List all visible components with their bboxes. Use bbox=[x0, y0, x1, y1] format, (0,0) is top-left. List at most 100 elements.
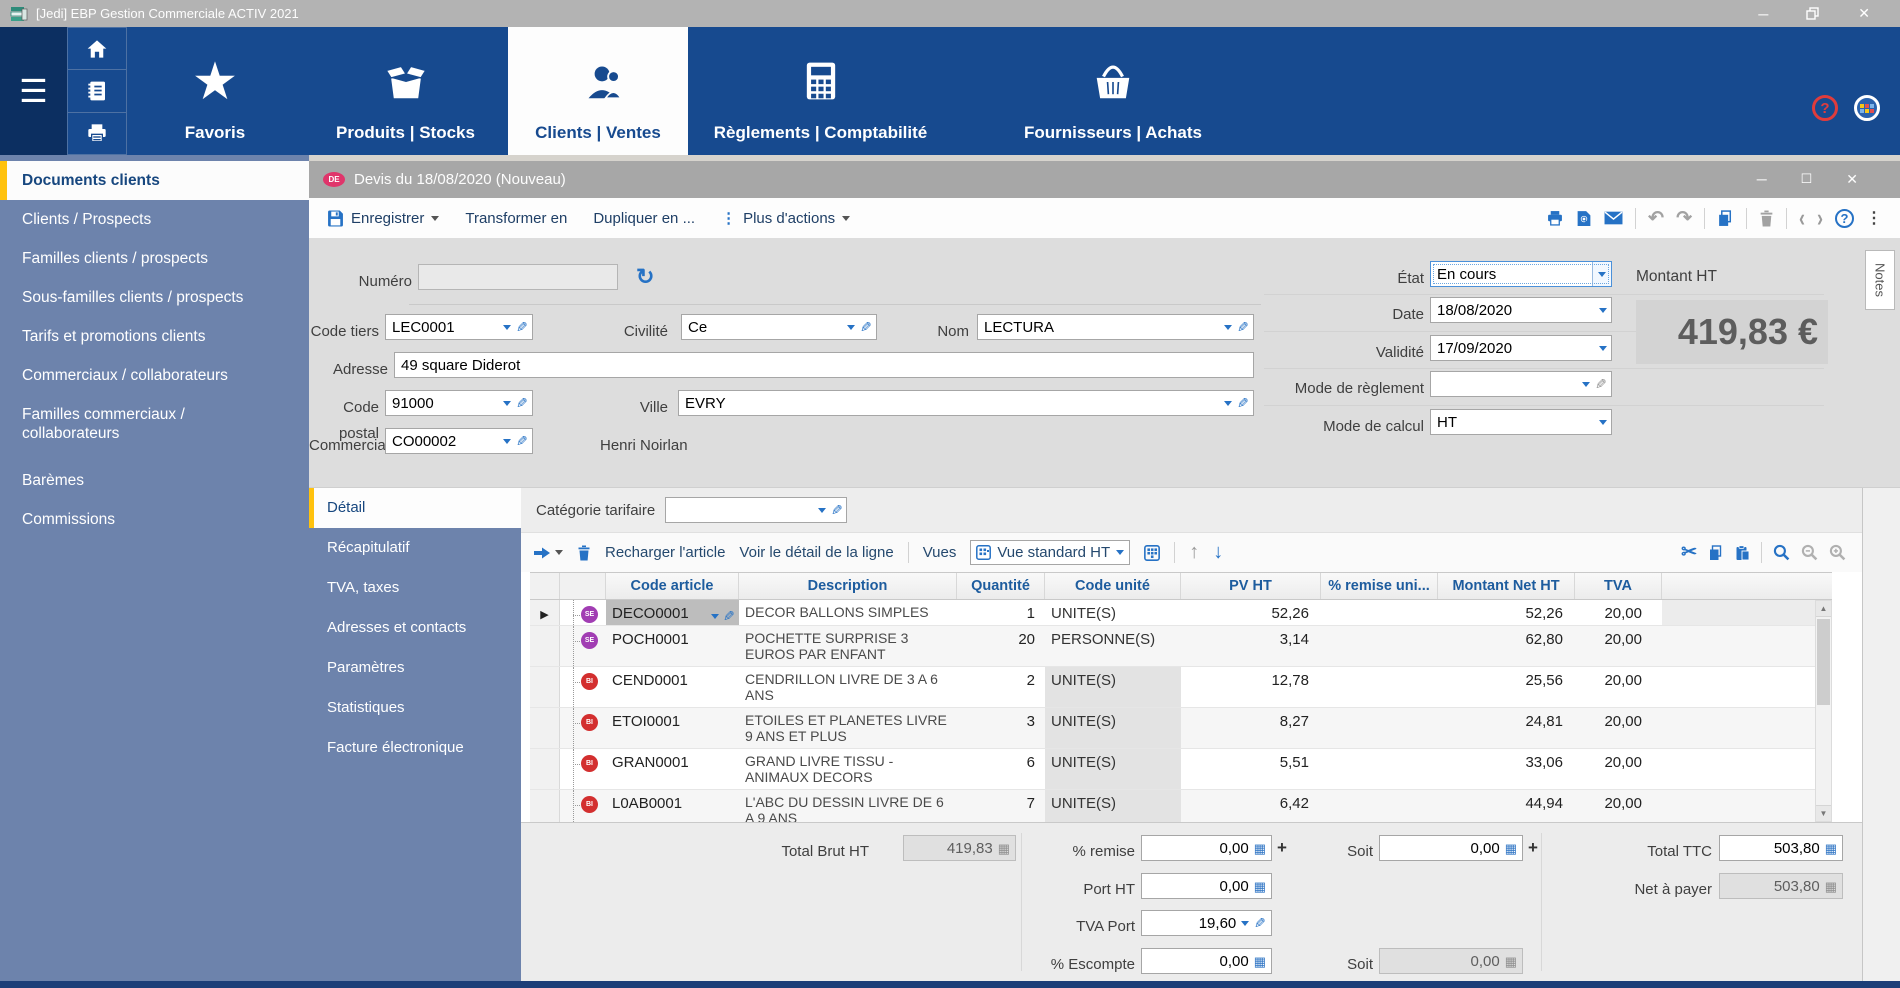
table-row[interactable]: BI CEND0001✎ CENDRILLON LIVRE DE 3 A 6 A… bbox=[530, 667, 1832, 708]
sidebar-item-clients-prospects[interactable]: Clients / Prospects bbox=[0, 200, 309, 239]
scroll-up-icon[interactable]: ▲ bbox=[1816, 601, 1831, 617]
cell-code-article[interactable]: L0AB0001✎ bbox=[606, 790, 739, 822]
sidebar-item-familles-commerciaux[interactable]: Familles commerciaux / collaborateurs bbox=[0, 395, 280, 453]
etat-select[interactable]: En cours bbox=[1430, 261, 1612, 287]
cell-pv-ht[interactable]: 5,51 bbox=[1181, 749, 1321, 789]
tab-clients-ventes[interactable]: Clients | Ventes bbox=[508, 27, 688, 155]
copy-doc-icon[interactable] bbox=[1717, 210, 1734, 227]
tab-statistiques[interactable]: Statistiques bbox=[309, 688, 521, 728]
cell-quantite[interactable]: 3 bbox=[957, 708, 1045, 748]
ville-input[interactable]: EVRY✎ bbox=[678, 390, 1254, 416]
refresh-icon[interactable]: ↻ bbox=[636, 264, 654, 290]
doc-close-icon[interactable]: ✕ bbox=[1846, 171, 1858, 188]
cell-tva[interactable]: 20,00 bbox=[1575, 790, 1662, 822]
vue-select[interactable]: Vue standard HT bbox=[970, 540, 1130, 565]
cell-pv-ht[interactable]: 8,27 bbox=[1181, 708, 1321, 748]
cell-description[interactable]: L'ABC DU DESSIN LIVRE DE 6 A 9 ANS bbox=[739, 790, 957, 822]
sidebar-item-commerciaux[interactable]: Commerciaux / collaborateurs bbox=[0, 356, 309, 395]
cell-tva[interactable]: 20,00 bbox=[1575, 600, 1662, 625]
cell-code-article[interactable]: GRAN0001✎ bbox=[606, 749, 739, 789]
cell-remise[interactable] bbox=[1321, 749, 1438, 789]
cell-remise[interactable] bbox=[1321, 790, 1438, 822]
calculator-icon[interactable]: ▦ bbox=[1254, 842, 1266, 855]
col-description[interactable]: Description bbox=[739, 573, 957, 599]
help-icon[interactable]: ? bbox=[1812, 95, 1838, 121]
cell-code-unite[interactable]: UNITE(S) bbox=[1045, 749, 1181, 789]
previous-icon[interactable]: ‹ bbox=[1799, 203, 1805, 232]
col-remise[interactable]: % remise uni... bbox=[1321, 573, 1438, 599]
dropdown-icon[interactable] bbox=[503, 325, 511, 330]
notes-tab[interactable]: Notes bbox=[1865, 250, 1895, 310]
save-button[interactable]: Enregistrer bbox=[327, 210, 439, 227]
cell-code-unite[interactable]: PERSONNE(S) bbox=[1045, 626, 1181, 666]
tab-recapitulatif[interactable]: Récapitulatif bbox=[309, 528, 521, 568]
col-pv-ht[interactable]: PV HT bbox=[1181, 573, 1321, 599]
col-tva[interactable]: TVA bbox=[1575, 573, 1662, 599]
preview-icon[interactable] bbox=[1576, 210, 1592, 227]
plus-icon[interactable]: + bbox=[1528, 838, 1538, 858]
sidebar-item-documents-clients[interactable]: Documents clients bbox=[0, 161, 309, 200]
menu-icon[interactable]: ☰ bbox=[0, 27, 67, 155]
date-input[interactable]: 18/08/2020 bbox=[1430, 297, 1612, 323]
row-selector[interactable]: ▶ bbox=[530, 600, 560, 625]
mode-calcul-input[interactable]: HT bbox=[1430, 409, 1612, 435]
tab-reglements-comptabilite[interactable]: Règlements | Comptabilité bbox=[688, 27, 953, 155]
cell-remise[interactable] bbox=[1321, 667, 1438, 707]
next-icon[interactable]: › bbox=[1817, 203, 1823, 232]
cell-code-unite[interactable]: UNITE(S) bbox=[1045, 600, 1181, 625]
civilite-input[interactable]: Ce✎ bbox=[681, 314, 877, 340]
code-tiers-input[interactable]: LEC0001✎ bbox=[385, 314, 533, 340]
table-row[interactable]: BI ETOI0001✎ ETOILES ET PLANETES LIVRE 9… bbox=[530, 708, 1832, 749]
cell-pv-ht[interactable]: 3,14 bbox=[1181, 626, 1321, 666]
vertical-scrollbar[interactable]: ▲ ▼ bbox=[1815, 600, 1832, 822]
paste-icon[interactable] bbox=[1735, 545, 1750, 561]
cell-remise[interactable] bbox=[1321, 600, 1438, 625]
doc-maximize-icon[interactable]: ☐ bbox=[1801, 171, 1813, 188]
remise-soit-input[interactable]: 0,00▦ bbox=[1379, 835, 1523, 861]
cell-code-article[interactable]: CEND0001✎ bbox=[606, 667, 739, 707]
minimize-icon[interactable]: ─ bbox=[1758, 6, 1768, 22]
cell-code-unite[interactable]: UNITE(S) bbox=[1045, 708, 1181, 748]
cell-quantite[interactable]: 2 bbox=[957, 667, 1045, 707]
apps-icon[interactable] bbox=[1854, 95, 1880, 121]
cell-code-unite[interactable]: UNITE(S) bbox=[1045, 790, 1181, 822]
commercial-input[interactable]: CO00002✎ bbox=[385, 428, 533, 454]
cell-description[interactable]: DECOR BALLONS SIMPLES bbox=[739, 600, 957, 625]
remise-input[interactable]: 0,00▦ bbox=[1141, 835, 1272, 861]
table-row[interactable]: SE POCH0001✎ POCHETTE SURPRISE 3 EUROS P… bbox=[530, 626, 1832, 667]
nom-input[interactable]: LECTURA✎ bbox=[977, 314, 1254, 340]
sidebar-item-familles-clients[interactable]: Familles clients / prospects bbox=[0, 239, 309, 278]
cell-description[interactable]: GRAND LIVRE TISSU - ANIMAUX DECORS bbox=[739, 749, 957, 789]
scroll-down-icon[interactable]: ▼ bbox=[1816, 805, 1831, 821]
cell-montant-net-ht[interactable]: 24,81 bbox=[1438, 708, 1575, 748]
col-montant-net-ht[interactable]: Montant Net HT bbox=[1438, 573, 1575, 599]
mode-reglement-input[interactable]: ✎ bbox=[1430, 371, 1612, 397]
cell-code-article[interactable]: POCH0001✎ bbox=[606, 626, 739, 666]
col-code-article[interactable]: Code article bbox=[606, 573, 739, 599]
delete-line-button[interactable] bbox=[577, 545, 591, 561]
cell-quantite[interactable]: 6 bbox=[957, 749, 1045, 789]
cell-description[interactable]: CENDRILLON LIVRE DE 3 A 6 ANS bbox=[739, 667, 957, 707]
grid-settings-icon[interactable] bbox=[1144, 545, 1160, 561]
validite-input[interactable]: 17/09/2020 bbox=[1430, 335, 1612, 361]
sidebar-item-tarifs-promotions[interactable]: Tarifs et promotions clients bbox=[0, 317, 309, 356]
table-row[interactable]: BI GRAN0001✎ GRAND LIVRE TISSU - ANIMAUX… bbox=[530, 749, 1832, 790]
cell-pv-ht[interactable]: 6,42 bbox=[1181, 790, 1321, 822]
port-ht-input[interactable]: 0,00▦ bbox=[1141, 873, 1272, 899]
contacts-button[interactable] bbox=[67, 70, 127, 112]
plus-actions-button[interactable]: ⋮ Plus d'actions bbox=[721, 209, 850, 227]
cell-code-unite[interactable]: UNITE(S) bbox=[1045, 667, 1181, 707]
sidebar-item-baremes[interactable]: Barèmes bbox=[0, 461, 309, 500]
cell-remise[interactable] bbox=[1321, 626, 1438, 666]
close-icon[interactable]: ✕ bbox=[1858, 5, 1870, 22]
cell-tva[interactable]: 20,00 bbox=[1575, 749, 1662, 789]
recharger-article-button[interactable]: Recharger l'article bbox=[605, 544, 725, 561]
save-dropdown-icon[interactable] bbox=[431, 216, 439, 221]
row-selector[interactable] bbox=[530, 749, 560, 789]
print-doc-icon[interactable] bbox=[1546, 210, 1564, 226]
dupliquer-en-button[interactable]: Dupliquer en ... bbox=[593, 210, 695, 227]
email-icon[interactable] bbox=[1604, 211, 1623, 225]
toolbar-more-icon[interactable]: ⋮ bbox=[1866, 208, 1882, 228]
copy-icon[interactable] bbox=[1708, 545, 1724, 561]
cell-montant-net-ht[interactable]: 33,06 bbox=[1438, 749, 1575, 789]
